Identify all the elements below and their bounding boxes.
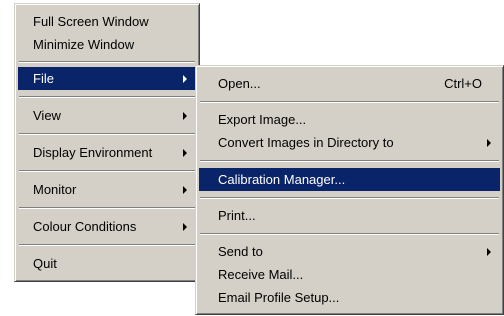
menu-separator [200,233,499,235]
submenu-arrow-icon [487,248,491,256]
submenu-item-open[interactable]: Open... Ctrl+O [199,72,500,95]
shortcut-label: Ctrl+O [444,76,482,91]
menu-item-file[interactable]: File [18,67,196,90]
menu-separator [200,101,499,103]
menu-item-minimize-window[interactable]: Minimize Window [18,33,196,56]
menu-separator [19,170,195,172]
menu-item-label: Full Screen Window [33,14,149,29]
menu-item-label: Minimize Window [33,37,135,52]
menu-separator [19,61,195,63]
submenu-item-export-image[interactable]: Export Image... [199,108,500,131]
menu-separator [200,160,499,162]
menu-separator [19,96,195,98]
menu-item-label: Calibration Manager... [218,172,346,187]
submenu-item-convert-images[interactable]: Convert Images in Directory to [199,131,500,154]
submenu-item-receive-mail[interactable]: Receive Mail... [199,263,500,286]
menu-item-label: Quit [33,256,57,271]
submenu-arrow-icon [487,139,491,147]
submenu-item-calibration-manager[interactable]: Calibration Manager... [199,168,500,191]
menu-separator [200,197,499,199]
submenu-item-email-profile-setup[interactable]: Email Profile Setup... [199,286,500,309]
menu-item-quit[interactable]: Quit [18,252,196,275]
menu-separator [19,207,195,209]
submenu-item-send-to[interactable]: Send to [199,240,500,263]
menu-separator [19,244,195,246]
menu-item-label: Display Environment [33,145,153,160]
menu-item-label: Convert Images in Directory to [218,135,394,150]
menu-item-label: Send to [218,244,263,259]
menu-item-label: Export Image... [218,112,307,127]
menu-item-label: Print... [218,208,256,223]
menu-item-colour-conditions[interactable]: Colour Conditions [18,215,196,238]
menu-item-label: Colour Conditions [33,219,137,234]
file-submenu: Open... Ctrl+O Export Image... Convert I… [195,65,504,315]
menu-item-label: Email Profile Setup... [218,290,340,305]
submenu-arrow-icon [183,75,187,83]
context-menu: Full Screen Window Minimize Window File … [14,3,200,282]
submenu-arrow-icon [183,186,187,194]
menu-item-label: View [33,108,61,123]
menu-item-full-screen-window[interactable]: Full Screen Window [18,10,196,33]
menu-item-monitor[interactable]: Monitor [18,178,196,201]
submenu-arrow-icon [183,223,187,231]
submenu-item-print[interactable]: Print... [199,204,500,227]
submenu-arrow-icon [183,149,187,157]
menu-item-label: File [33,71,54,86]
menu-item-display-environment[interactable]: Display Environment [18,141,196,164]
menu-item-view[interactable]: View [18,104,196,127]
menu-item-label: Monitor [33,182,77,197]
menu-item-label: Open... [218,76,261,91]
submenu-arrow-icon [183,112,187,120]
menu-separator [19,133,195,135]
menu-item-label: Receive Mail... [218,267,304,282]
